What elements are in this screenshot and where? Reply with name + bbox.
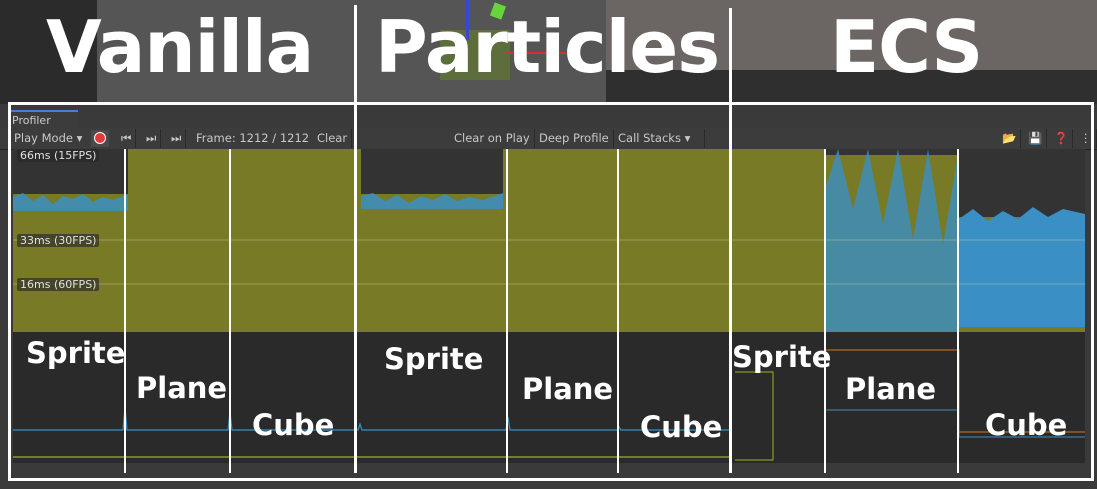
cpu-chart-graph bbox=[13, 149, 1085, 332]
last-frame-button[interactable]: ⏭ bbox=[167, 129, 187, 148]
deep-profile-toggle[interactable]: Deep Profile bbox=[535, 129, 614, 148]
save-icon[interactable]: 💾 bbox=[1024, 129, 1048, 148]
heading-particles: Particles bbox=[375, 5, 720, 89]
record-icon bbox=[95, 133, 105, 143]
segment-divider bbox=[124, 149, 126, 473]
play-mode-dropdown[interactable]: Play Mode ▾ bbox=[10, 129, 95, 148]
segment-divider bbox=[617, 149, 619, 473]
load-icon[interactable]: 📂 bbox=[998, 129, 1022, 148]
segment-divider bbox=[824, 149, 826, 473]
label-33ms: 33ms (30FPS) bbox=[17, 234, 100, 247]
ecs-cube-series bbox=[959, 207, 1085, 327]
heading-ecs: ECS bbox=[830, 5, 983, 89]
chart-empty-area bbox=[361, 149, 503, 194]
label-16ms: 16ms (60FPS) bbox=[17, 278, 100, 291]
profiler-toolbar: Play Mode ▾ ⏮ ⏭ ⏭ Frame: 1212 / 1212 Cle… bbox=[0, 128, 1097, 150]
ecs-plane-series bbox=[825, 149, 959, 332]
label-66ms: 66ms (15FPS) bbox=[17, 149, 100, 162]
vanilla-sprite-label: Sprite bbox=[26, 336, 126, 370]
vanilla-sprite-series bbox=[13, 193, 128, 211]
help-icon[interactable]: ❓ bbox=[1050, 129, 1074, 148]
call-stacks-dropdown[interactable]: Call Stacks ▾ bbox=[614, 129, 705, 148]
clear-button[interactable]: Clear bbox=[313, 129, 353, 148]
heading-vanilla: Vanilla bbox=[46, 5, 314, 89]
particles-cube-label: Cube bbox=[640, 410, 723, 444]
chart-empty-area bbox=[825, 149, 959, 155]
particles-sprite-series bbox=[361, 193, 503, 209]
vanilla-plane-label: Plane bbox=[136, 371, 228, 405]
clear-on-play-toggle[interactable]: Clear on Play bbox=[450, 129, 535, 148]
next-frame-button[interactable]: ⏭ bbox=[142, 129, 162, 148]
profiler-tab-label: Profiler bbox=[12, 114, 51, 127]
menu-icon[interactable]: ⋮ bbox=[1076, 129, 1097, 148]
segment-divider bbox=[229, 149, 231, 473]
segment-divider bbox=[957, 149, 959, 473]
ecs-plane-label: Plane bbox=[845, 372, 937, 406]
ecs-series-green bbox=[735, 371, 774, 461]
call-stacks-label: Call Stacks bbox=[618, 131, 681, 145]
particles-plane-label: Plane bbox=[522, 372, 614, 406]
profiler-tab[interactable]: Profiler bbox=[8, 110, 78, 130]
ecs-cube-label: Cube bbox=[985, 408, 1068, 442]
ecs-sprite-label: Sprite bbox=[732, 340, 832, 374]
play-mode-label: Play Mode bbox=[14, 131, 73, 145]
chart-empty-area bbox=[959, 149, 1085, 217]
vanilla-cube-label: Cube bbox=[252, 408, 335, 442]
segment-divider bbox=[506, 149, 508, 473]
frame-counter: Frame: 1212 / 1212 bbox=[192, 129, 315, 148]
record-button[interactable] bbox=[91, 130, 109, 147]
cpu-usage-chart[interactable]: 66ms (15FPS) 33ms (30FPS) 16ms (60FPS) bbox=[13, 149, 1085, 332]
render-series-blue bbox=[13, 406, 731, 431]
particles-sprite-label: Sprite bbox=[384, 342, 484, 376]
section-divider bbox=[354, 5, 357, 473]
section-divider bbox=[729, 8, 732, 473]
first-frame-button[interactable]: ⏮ bbox=[117, 129, 137, 148]
